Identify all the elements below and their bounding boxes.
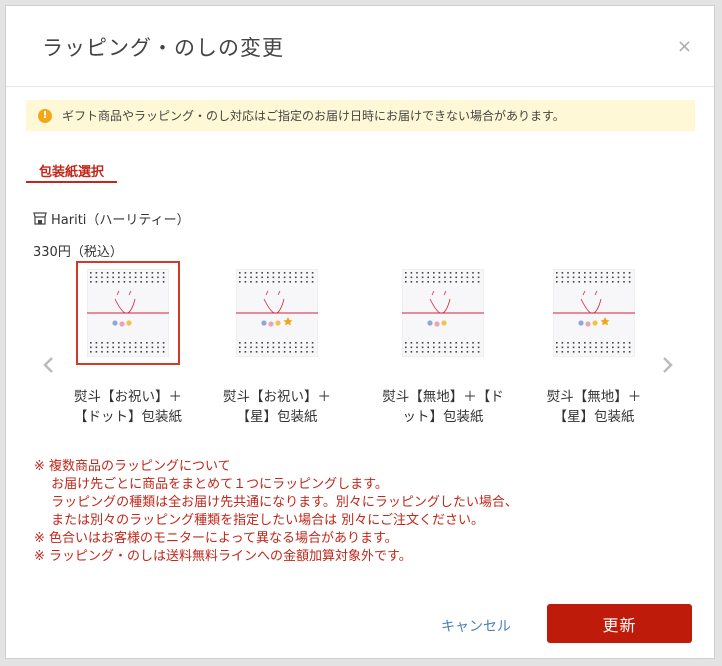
close-icon[interactable]: × [677,36,692,57]
shop-name: Hariti（ハーリティー） [33,209,190,228]
product-thumbnail[interactable] [542,261,646,365]
wrapping-paper-image [87,269,169,357]
shop-icon [33,212,47,225]
wrapping-modal: ラッピング・のしの変更 × ! ギフト商品やラッピング・のし対応はご指定のお届け… [5,5,715,659]
note-line: ※ 色合いはお客様のモニターによって異なる場合があります。 [34,531,398,546]
price: 330円（税込） [33,245,123,260]
product-thumbnail[interactable] [76,261,180,365]
cancel-button[interactable]: キャンセル [441,616,511,636]
wrapping-paper-image [402,269,484,357]
shop-label: Hariti（ハーリティー） [51,213,190,228]
product-card[interactable]: 熨斗【無地】＋ 【星】包装紙 [514,261,674,427]
note-line: または別々のラッピング種類を指定したい場合は 別々にご注文ください。 [34,513,485,528]
notice-text: ギフト商品やラッピング・のし対応はご指定のお届け日時にお届けできない場合がありま… [62,109,565,123]
note-line: お届け先ごとに商品をまとめて１つにラッピングします。 [34,477,388,492]
note-line: ※ ラッピング・のしは送料無料ラインへの金額加算対象外です。 [34,549,412,564]
wrapping-paper-image [236,269,318,357]
note-line: ラッピングの種類は全お届け先共通になります。別々にラッピングしたい場合、 [34,495,518,510]
product-label: 熨斗【お祝い】＋ 【星】包装紙 [223,389,331,425]
tab-wrapping-paper[interactable]: 包装紙選択 [26,161,117,183]
product-card[interactable]: 熨斗【お祝い】＋ 【星】包装紙 [197,261,357,427]
product-card[interactable]: 熨斗【お祝い】＋ 【ドット】包装紙 [48,261,208,427]
product-card[interactable]: 熨斗【無地】＋【ド ット】包装紙 [363,261,523,427]
modal-title: ラッピング・のしの変更 [42,36,284,60]
update-button[interactable]: 更新 [547,604,692,643]
product-label: 熨斗【無地】＋ 【星】包装紙 [546,389,642,425]
wrapping-paper-image [553,269,635,357]
modal-header: ラッピング・のしの変更 × [6,6,714,87]
notes: ※ 複数商品のラッピングについて お届け先ごとに商品をまとめて１つにラッピングし… [34,458,518,566]
product-label: 熨斗【無地】＋【ド ット】包装紙 [382,389,504,425]
product-thumbnail[interactable] [391,261,495,365]
info-icon: ! [38,108,52,123]
product-label: 熨斗【お祝い】＋ 【ドット】包装紙 [74,389,182,425]
product-thumbnail[interactable] [225,261,329,365]
note-line: ※ 複数商品のラッピングについて [34,459,231,474]
notice-banner: ! ギフト商品やラッピング・のし対応はご指定のお届け日時にお届けできない場合があ… [26,100,695,131]
